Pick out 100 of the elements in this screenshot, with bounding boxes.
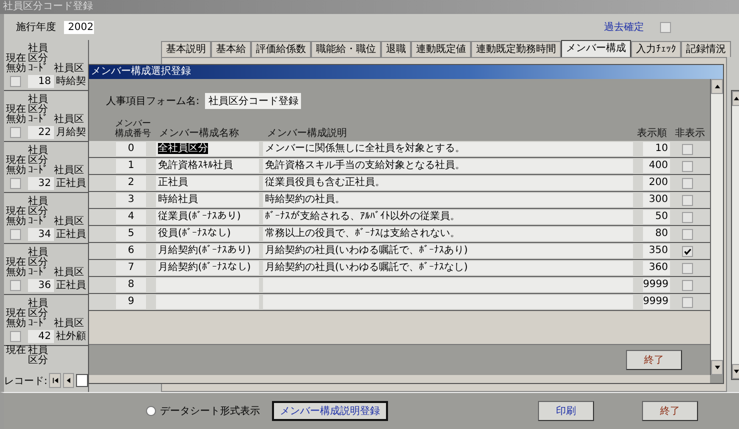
checkbox[interactable]	[682, 212, 692, 222]
field-label: 無効	[6, 268, 26, 278]
name-field[interactable]: 正社員	[54, 279, 88, 292]
checkbox[interactable]	[682, 160, 692, 172]
order-cell[interactable]: 350	[643, 244, 670, 258]
field-label: 区分	[28, 207, 48, 217]
scroll-up-button[interactable]	[711, 79, 723, 94]
print-button[interactable]: 印刷	[538, 401, 594, 421]
checkbox[interactable]	[682, 178, 692, 188]
checkbox[interactable]	[10, 76, 21, 86]
field-label: 区分	[28, 258, 48, 268]
code-field[interactable]: 22	[28, 126, 54, 139]
year-field[interactable]: 2002	[64, 20, 94, 34]
tab[interactable]: 職能給・職位	[311, 41, 381, 57]
field-label: 区分	[28, 356, 48, 366]
code-field[interactable]: 18	[28, 75, 54, 88]
name-field[interactable]: 月給契約(ﾎﾞｰﾅｽあり)	[156, 244, 259, 258]
radio-button[interactable]	[146, 406, 156, 416]
checkbox[interactable]	[682, 296, 692, 308]
description-cell[interactable]: 月給契約の社員(いわゆる嘱託で、ﾎﾞｰﾅｽなし)	[263, 261, 633, 275]
order-cell[interactable]: 400	[643, 159, 670, 173]
description-cell[interactable]	[263, 295, 633, 309]
description-cell[interactable]	[263, 278, 633, 292]
field-label: 社員区	[54, 64, 85, 74]
checkbox[interactable]	[682, 246, 692, 256]
checkbox[interactable]	[10, 280, 21, 290]
name-field[interactable]: 時給契	[54, 75, 88, 88]
tab[interactable]: 入力ﾁｪｯｸ	[631, 41, 681, 57]
order-cell[interactable]: 50	[643, 210, 670, 224]
order-cell[interactable]: 9999	[643, 295, 670, 309]
scrollbar[interactable]	[731, 90, 739, 380]
name-field[interactable]: 全社員区分	[156, 142, 259, 156]
name-field[interactable]: 従業員(ﾎﾞｰﾅｽあり)	[156, 210, 259, 224]
register-button[interactable]: メンバー構成説明登録	[272, 401, 388, 421]
field-label: 現在	[6, 54, 26, 64]
scrollbar[interactable]	[710, 79, 723, 375]
checkbox[interactable]	[10, 330, 21, 342]
order-cell[interactable]: 360	[643, 261, 670, 275]
name-field[interactable]: 正社員	[54, 177, 88, 190]
previous-record-button[interactable]	[62, 373, 74, 388]
description-cell[interactable]: ﾎﾞｰﾅｽが支給される、ｱﾙﾊﾞｲﾄ以外の従業員。	[263, 210, 633, 224]
checkbox[interactable]	[10, 228, 21, 240]
record-number-field[interactable]	[76, 374, 88, 387]
tab[interactable]: 退職	[381, 41, 411, 57]
description-cell[interactable]: 免許資格スキル手当の支給対象となる社員。	[263, 159, 633, 173]
field-label: 区分	[28, 309, 48, 319]
order-cell[interactable]: 300	[643, 193, 670, 207]
tab[interactable]: メンバー構成	[561, 40, 631, 57]
number-cell: 7	[116, 261, 146, 275]
name-field[interactable]: 月給契約(ﾎﾞｰﾅｽなし)	[156, 261, 259, 275]
checkbox[interactable]	[682, 194, 692, 206]
code-field[interactable]: 32	[28, 177, 54, 190]
name-field[interactable]: 時給社員	[156, 193, 259, 207]
tab[interactable]: 連動既定値	[411, 41, 471, 57]
checkbox[interactable]	[682, 228, 692, 240]
scroll-down-button[interactable]	[711, 360, 723, 375]
name-field[interactable]: 役員(ﾎﾞｰﾅｽなし)	[156, 227, 259, 241]
checkbox[interactable]	[660, 22, 671, 32]
order-cell[interactable]: 200	[643, 176, 670, 190]
tab[interactable]: 連動既定勤務時間	[471, 41, 561, 57]
down-arrow-icon	[714, 364, 720, 371]
order-cell[interactable]: 9999	[643, 278, 670, 292]
checkbox[interactable]	[682, 280, 692, 290]
first-arrow-icon	[52, 377, 58, 384]
checkbox[interactable]	[682, 262, 692, 274]
close-button[interactable]: 終了	[626, 350, 682, 370]
tab[interactable]: 基本給	[211, 41, 251, 57]
description-cell[interactable]: メンバーに関係無しに全社員を対象とする。	[263, 142, 633, 156]
checkbox[interactable]	[10, 178, 21, 188]
description-cell[interactable]: 常務以上の役員で、ﾎﾞｰﾅｽは支給されない。	[263, 227, 633, 241]
description-cell[interactable]: 月給契約の社員(いわゆる嘱託で、ﾎﾞｰﾅｽあり)	[263, 244, 633, 258]
code-field[interactable]: 36	[28, 279, 54, 292]
description-cell[interactable]: 時給契約の社員。	[263, 193, 633, 207]
form-name-label: 人事項目フォーム名:	[106, 94, 200, 108]
number-cell: 1	[116, 159, 146, 173]
scroll-up-button[interactable]	[732, 91, 739, 106]
description-cell[interactable]: 従業員役員も含む正社員。	[263, 176, 633, 190]
name-field[interactable]	[156, 278, 259, 292]
name-field[interactable]: 月給契	[54, 126, 88, 139]
form-name-field[interactable]: 社員区分コード登録	[205, 93, 302, 109]
name-text: 全社員区分	[158, 143, 208, 154]
name-field[interactable]	[156, 295, 259, 309]
checkbox[interactable]	[682, 144, 692, 154]
checkbox[interactable]	[10, 126, 21, 138]
tab[interactable]: 基本説明	[161, 41, 211, 57]
code-field[interactable]: 34	[28, 228, 54, 241]
name-field[interactable]: 正社員	[156, 176, 259, 190]
order-cell[interactable]: 80	[643, 227, 670, 241]
tab[interactable]: 記録情況	[681, 41, 731, 57]
name-field[interactable]: 正社員	[54, 228, 88, 241]
tab[interactable]: 評価給係数	[251, 41, 311, 57]
first-record-button[interactable]	[49, 373, 61, 388]
close-button[interactable]: 終了	[642, 401, 698, 421]
code-field[interactable]: 42	[28, 330, 54, 343]
name-field[interactable]: 免許資格ｽｷﾙ社員	[156, 159, 259, 173]
scroll-down-button[interactable]	[732, 364, 739, 379]
name-field[interactable]: 社外顧	[54, 330, 88, 343]
column-header: メンバー構成名称	[159, 129, 240, 139]
order-cell[interactable]: 10	[643, 142, 670, 156]
field-label: 社員区	[54, 268, 85, 278]
